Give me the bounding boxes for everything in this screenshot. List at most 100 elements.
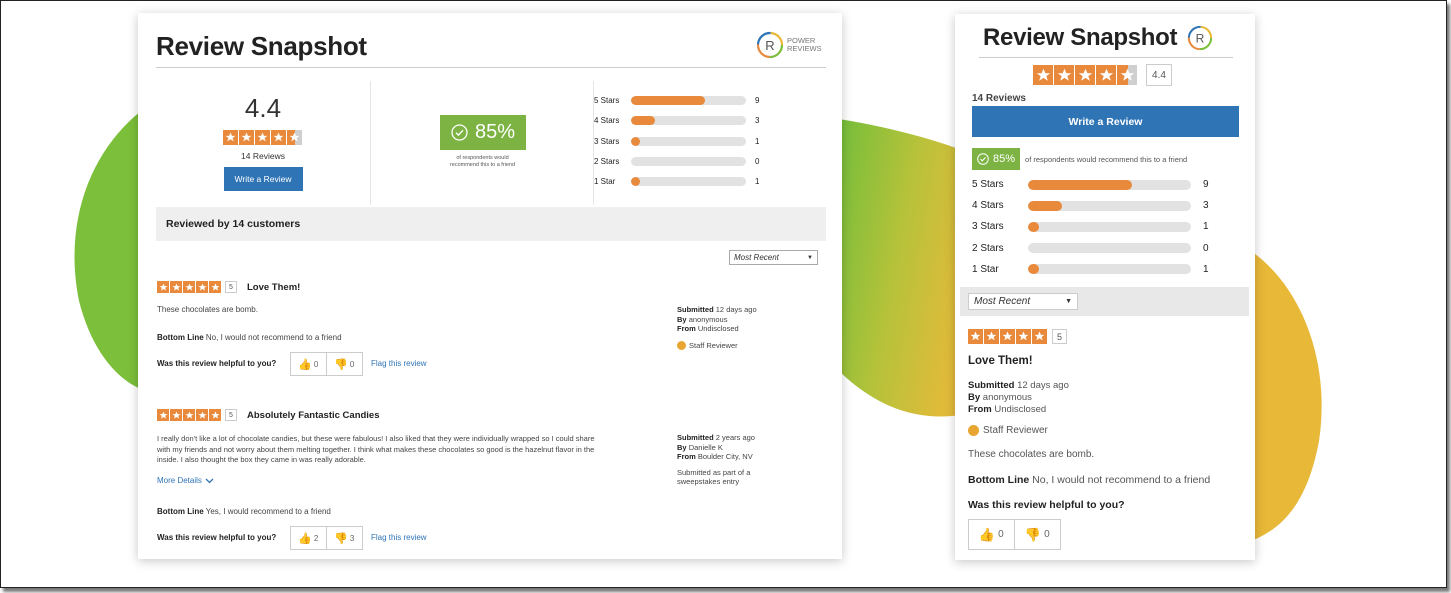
by-label: By [968,392,981,403]
by-label: By [677,314,687,324]
histogram-bar-fill [631,116,656,126]
helpful-no-count: 0 [1044,529,1050,540]
histogram-label: 4 Stars [972,200,1004,212]
helpful-yes-button[interactable]: 👍 2 [291,527,327,549]
mobile-sort-selected: Most Recent [974,296,1031,307]
staff-badge-icon [968,425,979,436]
recommend-percentage: 85% [474,121,516,143]
thumbs-up-icon: 👍 [298,532,312,545]
check-circle-icon [451,124,468,141]
histogram-bar-track [631,96,746,105]
review-2-bottom-line: Bottom Line Yes, I would recommend to a … [157,507,331,516]
histogram-row[interactable]: 2 Stars 0 [972,243,1209,254]
histogram-row[interactable]: 2 Stars 0 [594,156,759,166]
histogram-row[interactable]: 1 Star 1 [594,177,759,187]
histogram-row[interactable]: 3 Stars 1 [972,221,1209,232]
review-1-stars [157,281,222,293]
review-2-body-line-3: inside. I also thought the box they came… [157,455,366,464]
mobile-review-headline: Love Them! [968,355,1033,367]
review-1-bottom-line: Bottom Line No, I would not recommend to… [157,333,342,342]
rating-histogram: 5 Stars 9 4 Stars 3 3 Stars 1 2 Stars 0 1 Star 1 [594,81,826,205]
histogram-bar-track [631,136,746,146]
review-1-headline: Love Them! [247,281,301,293]
thumbs-down-icon: 👎 [334,532,348,545]
brand-line-2: REVIEWS [787,44,822,53]
histogram-row[interactable]: 5 Stars 9 [594,96,759,105]
by-value: anonymous [982,392,1032,403]
star-icon [196,409,208,421]
star-icon [170,409,182,421]
review-count: 14 Reviews [241,151,285,161]
histogram-count: 3 [1203,200,1209,212]
bottom-line-value: No, I would not recommend to a friend [205,333,342,342]
thumbs-up-icon: 👍 [298,358,312,371]
review-2-headline: Absolutely Fantastic Candies [247,409,380,421]
histogram-label: 5 Stars [594,96,620,105]
star-icon [223,130,238,145]
star-icon [1096,65,1116,85]
thumbs-down-icon: 👎 [334,358,348,371]
sort-dropdown[interactable]: Most Recent ▼ [729,250,818,265]
submitted-value: 2 years ago [715,433,755,442]
average-rating: 4.4 [244,93,282,123]
histogram-row[interactable]: 4 Stars 3 [972,200,1209,211]
mobile-recommend-percentage: 85% [993,153,1016,165]
title-divider [156,67,826,68]
review-2-body: I really don't like a lot of chocolate c… [157,434,657,466]
bottom-line-value: No, I would not recommend to a friend [1032,474,1211,486]
review-2-flag-link[interactable]: Flag this review [371,533,427,542]
histogram-row[interactable]: 1 Star 1 [972,264,1209,275]
histogram-bar-track [631,156,746,166]
helpful-no-button[interactable]: 👎 0 [1015,520,1061,549]
review-1-flag-link[interactable]: Flag this review [371,359,427,368]
review-1-header: 5 Love Them! [157,281,300,293]
helpful-yes-button[interactable]: 👍 0 [969,520,1015,549]
review-2-body-line-1: I really don't like a lot of chocolate c… [157,434,595,443]
staff-badge-label: Staff Reviewer [983,425,1048,436]
recommend-panel: 85% of respondents would recommend this … [371,81,594,205]
helpful-yes-count: 0 [998,529,1004,540]
review-2-meta: Submitted 2 years ago By Danielle K From… [677,433,755,487]
helpful-no-count: 3 [349,533,355,543]
helpful-yes-button[interactable]: 👍 0 [291,353,327,375]
staff-badge-label: Staff Reviewer [689,340,738,350]
from-value: Boulder City, NV [697,452,753,461]
histogram-row[interactable]: 4 Stars 3 [594,116,759,126]
helpful-no-button[interactable]: 👎 0 [327,353,363,375]
submitted-label: Submitted [968,380,1015,391]
histogram-count: 1 [1203,221,1209,233]
mobile-sort-dropdown[interactable]: Most Recent ▼ [968,293,1078,310]
write-review-button[interactable]: Write a Review [223,167,303,191]
histogram-count: 9 [755,96,760,105]
star-icon [1054,65,1074,85]
histogram-bar-track [1028,200,1191,211]
histogram-label: 5 Stars [972,179,1004,190]
histogram-row[interactable]: 3 Stars 1 [594,136,759,146]
star-half-icon [287,130,302,145]
mobile-recommend-text: of respondents would recommend this to a… [1025,154,1188,164]
star-icon [183,281,195,293]
sweepstakes-note-1: Submitted as part of a [677,467,751,477]
star-icon [1032,329,1047,344]
histogram-count: 9 [1203,179,1209,190]
star-half-icon [1117,65,1137,85]
mobile-title-row: Review Snapshot R [983,24,1213,52]
star-icon [255,130,270,145]
mobile-review-stars [968,329,1048,344]
helpful-no-button[interactable]: 👎 3 [327,527,363,549]
histogram-label: 1 Star [972,263,999,275]
more-details-link[interactable]: More Details [157,476,214,485]
star-icon [271,130,286,145]
histogram-row[interactable]: 5 Stars 9 [972,179,1209,190]
star-icon [196,281,208,293]
star-icon [968,329,983,344]
bottom-line-label: Bottom Line [968,474,1030,486]
bottom-line-label: Bottom Line [157,507,204,516]
review-2-helpful-question: Was this review helpful to you? [157,533,277,542]
rating-summary: 4.4 14 Reviews Write a Review [156,81,371,205]
from-label: From [968,404,992,415]
svg-text:R: R [1196,32,1205,46]
mobile-write-review-button[interactable]: Write a Review [972,106,1239,137]
staff-badge-icon [677,340,686,350]
histogram-bar-track [631,116,746,126]
